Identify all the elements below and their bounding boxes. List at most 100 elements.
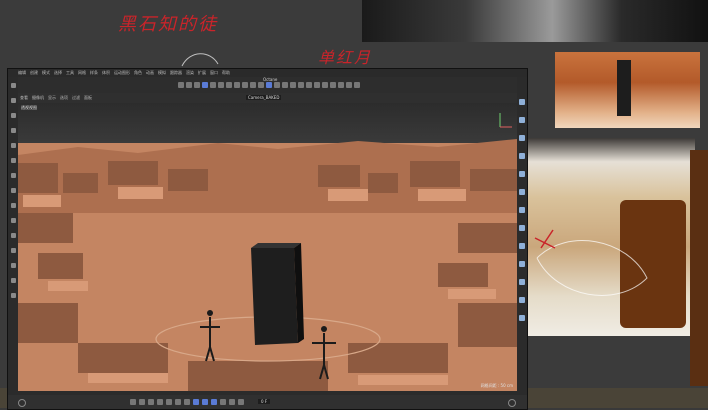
layers-icon[interactable] — [10, 263, 16, 268]
rotate-icon[interactable] — [218, 82, 224, 88]
octane-menu[interactable]: Octane — [263, 77, 277, 82]
viewport-menu-item-1[interactable]: 摄像机 — [32, 95, 44, 101]
menu-item-11[interactable]: 模拟 — [158, 70, 166, 76]
viewport-menu-item-0[interactable]: 查看 — [20, 95, 28, 101]
menu-item-8[interactable]: 运动图形 — [114, 70, 130, 76]
auto-key-icon[interactable] — [211, 399, 217, 405]
move-icon[interactable] — [202, 82, 208, 88]
y-axis-icon[interactable] — [242, 82, 248, 88]
grid-spacing-readout: 网格间距 : 50 cm — [480, 383, 513, 388]
camera-icon[interactable] — [519, 117, 525, 123]
menu-item-7[interactable]: 体积 — [102, 70, 110, 76]
cloud-icon[interactable] — [519, 207, 525, 213]
next-key-icon[interactable] — [175, 399, 181, 405]
array-icon[interactable] — [314, 82, 320, 88]
scale-icon[interactable] — [210, 82, 216, 88]
menu-item-2[interactable]: 模式 — [42, 70, 50, 76]
menu-item-0[interactable]: 编辑 — [18, 70, 26, 76]
knife-icon[interactable] — [10, 188, 16, 193]
menu-item-4[interactable]: 工具 — [66, 70, 74, 76]
pointer-icon[interactable] — [194, 82, 200, 88]
menu-item-5[interactable]: 网格 — [78, 70, 86, 76]
scene-icon[interactable] — [338, 82, 344, 88]
move-icon[interactable] — [10, 83, 16, 88]
menu-item-10[interactable]: 动画 — [146, 70, 154, 76]
key-icon[interactable] — [220, 399, 226, 405]
flower-icon[interactable] — [519, 171, 525, 177]
last-frame-icon[interactable] — [184, 399, 190, 405]
menu-item-9[interactable]: 角色 — [134, 70, 142, 76]
field-icon[interactable] — [322, 82, 328, 88]
render-settings-icon[interactable] — [282, 82, 288, 88]
menu-item-6[interactable]: 样条 — [90, 70, 98, 76]
wave-icon[interactable] — [10, 278, 16, 283]
menu-item-12[interactable]: 跟踪器 — [170, 70, 182, 76]
gear-icon[interactable] — [519, 189, 525, 195]
redo-icon[interactable] — [186, 82, 192, 88]
menu-item-16[interactable]: 帮助 — [222, 70, 230, 76]
cone-icon[interactable] — [519, 261, 525, 267]
first-frame-icon[interactable] — [130, 399, 136, 405]
menu-item-14[interactable]: 扩展 — [198, 70, 206, 76]
render-region-icon[interactable] — [274, 82, 280, 88]
light-icon[interactable] — [354, 82, 360, 88]
prev-key-icon[interactable] — [139, 399, 145, 405]
deformer-icon[interactable] — [330, 82, 336, 88]
lock-icon[interactable] — [226, 82, 232, 88]
loop-icon[interactable] — [193, 399, 199, 405]
frame-field[interactable]: 0 F — [258, 399, 271, 404]
viewport-menu-item-4[interactable]: 过滤 — [72, 95, 80, 101]
undo-icon[interactable] — [178, 82, 184, 88]
settings-icon[interactable] — [18, 399, 26, 407]
light-icon[interactable] — [519, 153, 525, 159]
menu-item-1[interactable]: 创建 — [30, 70, 38, 76]
eye-icon[interactable] — [10, 233, 16, 238]
menu-item-3[interactable]: 选择 — [54, 70, 62, 76]
nurbs-icon[interactable] — [306, 82, 312, 88]
viewport-menu-item-3[interactable]: 选项 — [60, 95, 68, 101]
prev-frame-icon[interactable] — [148, 399, 154, 405]
record-icon[interactable] — [202, 399, 208, 405]
timeline-menu-icon[interactable] — [508, 399, 516, 407]
camera-icon[interactable] — [346, 82, 352, 88]
rotate-icon[interactable] — [10, 113, 16, 118]
settings-icon[interactable] — [238, 399, 244, 405]
world-icon[interactable] — [258, 82, 264, 88]
handwritten-note-top: 黑石知的徒 — [118, 14, 218, 35]
viewport-menubar: 查看 摄像机 显示 选项 过滤 面板 Camera_BAKED — [18, 93, 517, 103]
menu-item-13[interactable]: 渲染 — [186, 70, 194, 76]
camera-selector[interactable]: Camera_BAKED — [246, 95, 282, 100]
bulb-icon[interactable] — [519, 297, 525, 303]
painting-sketch-lines — [534, 229, 648, 296]
gear2-icon[interactable] — [519, 315, 525, 321]
play-icon[interactable] — [157, 399, 163, 405]
cube-icon[interactable] — [10, 143, 16, 148]
text-icon[interactable] — [519, 135, 525, 141]
motion-icon[interactable] — [229, 399, 235, 405]
menu-item-15[interactable]: 窗口 — [210, 70, 218, 76]
object-icon[interactable] — [519, 99, 525, 105]
lock-icon[interactable] — [10, 293, 16, 298]
render-icon[interactable] — [266, 82, 272, 88]
viewport-menu-item-5[interactable]: 面板 — [84, 95, 92, 101]
next-frame-icon[interactable] — [166, 399, 172, 405]
cube-icon[interactable] — [290, 82, 296, 88]
viewport-menu-item-2[interactable]: 显示 — [48, 95, 56, 101]
brush-icon[interactable] — [10, 173, 16, 178]
sculpt-icon[interactable] — [10, 218, 16, 223]
scale-icon[interactable] — [10, 98, 16, 103]
paint-icon[interactable] — [10, 203, 16, 208]
3d-viewport[interactable]: 透视视图 网格间距 : 50 cm — [18, 103, 517, 391]
x-axis-icon[interactable] — [234, 82, 240, 88]
select-icon[interactable] — [10, 128, 16, 133]
spline-icon[interactable] — [298, 82, 304, 88]
sphere-icon[interactable] — [519, 225, 525, 231]
pen-icon[interactable] — [10, 158, 16, 163]
cog-icon[interactable] — [10, 248, 16, 253]
sketch-doodle — [181, 53, 219, 67]
cinema4d-window[interactable]: 编辑 创建 模式 选择 工具 网格 样条 体积 运动图形 角色 动画 模拟 跟踪器 渲染 扩展 窗口 帮助 Oc… — [7, 68, 528, 410]
main-menubar: 编辑 创建 模式 选择 工具 网格 样条 体积 运动图形 角色 动画 模拟 跟踪器 渲染 扩展 窗口 帮助 — [8, 69, 527, 77]
bend-icon[interactable] — [519, 243, 525, 249]
target-icon[interactable] — [519, 279, 525, 285]
z-axis-icon[interactable] — [250, 82, 256, 88]
